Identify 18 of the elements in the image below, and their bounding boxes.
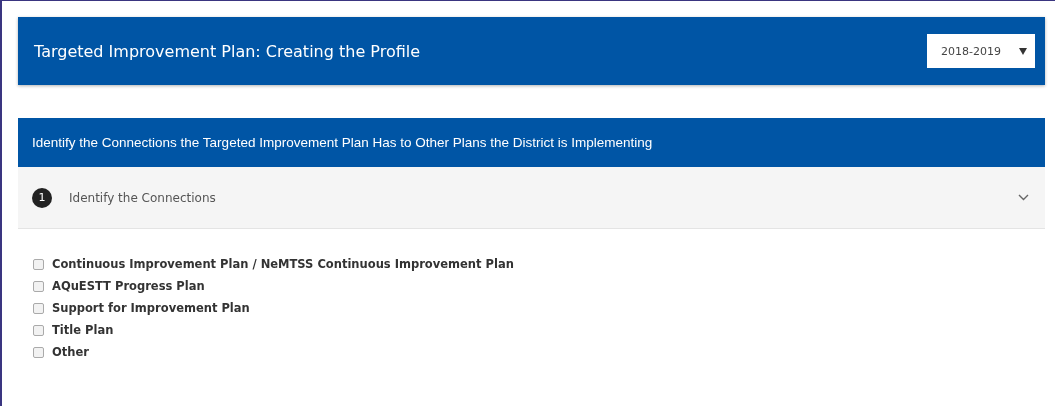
step-number: 1 — [32, 187, 52, 208]
checkbox-label: Continuous Improvement Plan / NeMTSS Continuous Improvement Plan — [52, 257, 514, 271]
caret-icon — [1019, 47, 1027, 55]
year-dropdown[interactable]: 2018-2019 — [927, 34, 1035, 68]
checkbox-label: AQuESTT Progress Plan — [52, 279, 205, 293]
checkbox[interactable] — [33, 324, 44, 336]
checkbox[interactable] — [33, 346, 44, 358]
checkbox[interactable] — [33, 280, 44, 292]
chevron-icon — [1018, 194, 1029, 201]
section-title: Identify the Connections the Targeted Improvement Plan Has to Other Plans the District is Implementing — [32, 135, 653, 150]
checkbox-label: Support for Improvement Plan — [52, 301, 250, 315]
checkbox[interactable] — [33, 258, 44, 270]
page-title: Targeted Improvement Plan: Creating the Profile — [34, 41, 421, 61]
checkbox[interactable] — [33, 302, 44, 314]
accordion-header[interactable]: 1 Identify the Connections — [18, 167, 1045, 229]
checkbox-label: Other — [52, 345, 89, 359]
checkbox-label: Title Plan — [52, 323, 114, 337]
step-title: Identify the Connections — [69, 190, 217, 205]
